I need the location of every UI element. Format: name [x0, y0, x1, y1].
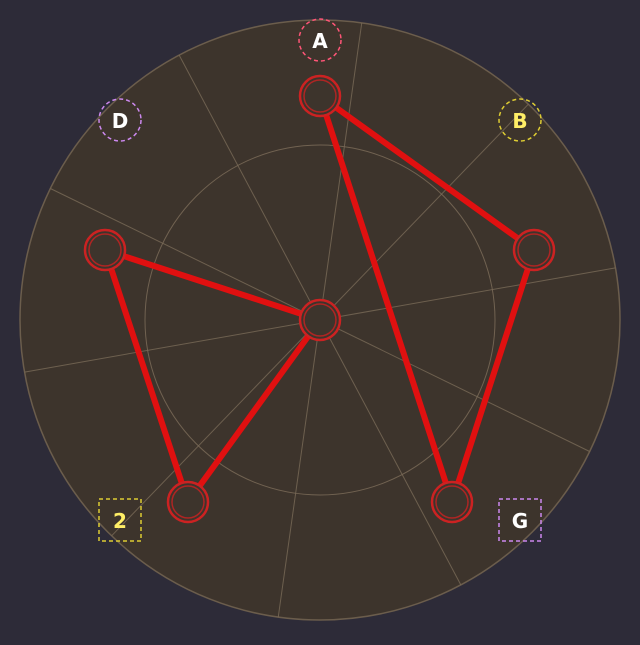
- marker-d-glyph: D: [112, 109, 129, 133]
- node-right-lower[interactable]: [430, 480, 474, 524]
- marker-2-glyph: 2: [113, 509, 127, 533]
- marker-b-glyph: B: [512, 109, 527, 133]
- node-center[interactable]: [298, 298, 342, 342]
- node-top[interactable]: [298, 74, 342, 118]
- puzzle-stage: A D B 2 G: [0, 0, 640, 640]
- node-right-upper[interactable]: [512, 228, 556, 272]
- rune-board: A D B 2 G: [19, 18, 621, 621]
- node-left-lower[interactable]: [166, 480, 210, 524]
- marker-a-glyph: A: [312, 29, 328, 53]
- marker-g-glyph: G: [512, 509, 528, 533]
- node-left-upper[interactable]: [83, 228, 127, 272]
